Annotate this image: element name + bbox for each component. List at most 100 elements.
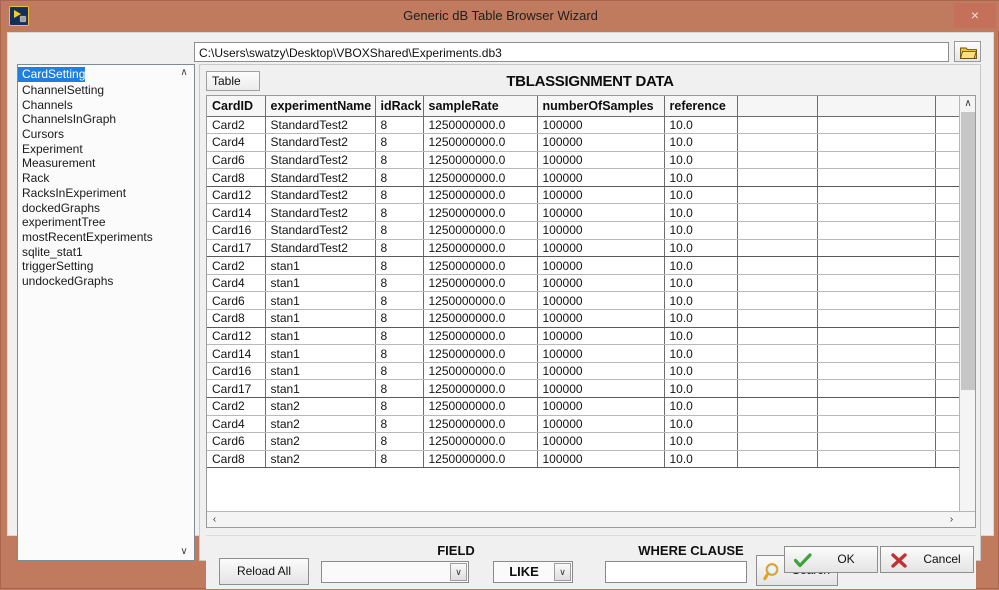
table-cell[interactable]: 100000 <box>537 221 665 240</box>
table-cell[interactable]: 1250000000.0 <box>423 291 538 311</box>
table-cell[interactable]: StandardTest2 <box>265 168 376 187</box>
table-cell[interactable]: 1250000000.0 <box>423 309 538 328</box>
table-row[interactable]: Card6 StandardTest2 8 1250000000.0 100000 10.… <box>207 151 975 170</box>
table-cell[interactable]: 100000 <box>537 291 665 311</box>
grid-scroll-left-icon[interactable]: ‹ <box>207 512 222 527</box>
table-cell[interactable]: Card4 <box>207 415 266 434</box>
table-cell[interactable] <box>817 274 936 293</box>
table-cell[interactable] <box>817 379 936 398</box>
sidebar-item-mostrecentexperiments[interactable]: mostRecentExperiments <box>18 230 194 245</box>
table-cell[interactable]: 8 <box>375 116 424 135</box>
table-cell[interactable]: 10.0 <box>664 432 738 451</box>
table-cell[interactable] <box>817 362 936 381</box>
table-cell[interactable]: Card16 <box>207 221 266 240</box>
sidebar-item-triggersetting[interactable]: triggerSetting <box>18 259 194 274</box>
table-cell[interactable] <box>737 291 818 311</box>
folder-open-icon[interactable] <box>954 41 981 62</box>
table-cell[interactable]: 1250000000.0 <box>423 133 538 152</box>
table-cell[interactable]: Card17 <box>207 379 266 398</box>
table-cell[interactable]: 100000 <box>537 151 665 170</box>
table-cell[interactable]: Card12 <box>207 327 266 346</box>
table-row[interactable]: Card4 stan1 8 1250000000.0 100000 10.0 <box>207 274 975 293</box>
table-row[interactable]: Card17 StandardTest2 8 1250000000.0 100000 10… <box>207 239 975 258</box>
table-cell[interactable]: 8 <box>375 309 424 328</box>
table-cell[interactable]: StandardTest2 <box>265 116 376 135</box>
table-cell[interactable]: 10.0 <box>664 168 738 187</box>
table-cell[interactable] <box>737 327 818 346</box>
ok-button[interactable]: OK <box>784 546 878 573</box>
table-cell[interactable] <box>817 291 936 311</box>
table-cell[interactable]: stan2 <box>265 432 376 451</box>
table-row[interactable]: Card14 stan1 8 1250000000.0 100000 10.0 <box>207 344 975 363</box>
table-cell[interactable]: 100000 <box>537 450 665 469</box>
sidebar-item-cardsetting[interactable]: CardSetting <box>18 67 86 82</box>
table-cell[interactable]: 100000 <box>537 133 665 152</box>
table-cell[interactable]: Card6 <box>207 151 266 170</box>
table-cell[interactable] <box>817 415 936 434</box>
table-cell[interactable]: 10.0 <box>664 151 738 170</box>
table-cell[interactable] <box>817 133 936 152</box>
table-cell[interactable]: 8 <box>375 415 424 434</box>
table-cell[interactable] <box>817 116 936 135</box>
column-header-CardID[interactable]: CardID <box>207 96 266 117</box>
table-cell[interactable]: stan1 <box>265 256 376 275</box>
table-cell[interactable]: Card16 <box>207 362 266 381</box>
table-cell[interactable]: 100000 <box>537 362 665 381</box>
table-cell[interactable]: stan1 <box>265 379 376 398</box>
sidebar-scroll-up-icon[interactable]: ∧ <box>178 67 190 79</box>
table-cell[interactable] <box>737 274 818 293</box>
table-cell[interactable]: 1250000000.0 <box>423 450 538 469</box>
table-cell[interactable]: 100000 <box>537 432 665 451</box>
table-cell[interactable]: 8 <box>375 432 424 451</box>
table-cell[interactable] <box>737 344 818 363</box>
sidebar-item-cursors[interactable]: Cursors <box>18 127 194 142</box>
table-row[interactable]: Card4 StandardTest2 8 1250000000.0 100000 10.… <box>207 133 975 152</box>
table-cell[interactable]: 10.0 <box>664 415 738 434</box>
sidebar-item-channelsetting[interactable]: ChannelSetting <box>18 83 194 98</box>
table-cell[interactable]: 8 <box>375 203 424 223</box>
close-button[interactable]: × <box>954 3 996 28</box>
table-cell[interactable] <box>817 186 936 205</box>
table-cell[interactable]: Card2 <box>207 116 266 135</box>
table-cell[interactable]: 10.0 <box>664 274 738 293</box>
table-row[interactable]: Card8 StandardTest2 8 1250000000.0 100000 10.… <box>207 168 975 187</box>
grid-scroll-right-icon[interactable]: › <box>944 512 959 527</box>
sidebar-item-experiment[interactable]: Experiment <box>18 142 194 157</box>
tab-table[interactable]: Table <box>206 71 260 91</box>
table-cell[interactable]: 8 <box>375 450 424 469</box>
table-row[interactable]: Card14 StandardTest2 8 1250000000.0 100000 10… <box>207 203 975 223</box>
table-cell[interactable]: 100000 <box>537 415 665 434</box>
table-cell[interactable]: 100000 <box>537 168 665 187</box>
table-cell[interactable]: 8 <box>375 362 424 381</box>
table-cell[interactable]: 8 <box>375 151 424 170</box>
column-header-blank-6[interactable] <box>737 96 818 117</box>
table-cell[interactable]: 10.0 <box>664 256 738 275</box>
table-row[interactable]: Card17 stan1 8 1250000000.0 100000 10.0 <box>207 379 975 398</box>
table-cell[interactable]: Card8 <box>207 168 266 187</box>
table-row[interactable]: Card6 stan1 8 1250000000.0 100000 10.0 <box>207 291 975 311</box>
table-cell[interactable]: 1250000000.0 <box>423 415 538 434</box>
table-cell[interactable]: Card2 <box>207 397 266 416</box>
table-cell[interactable] <box>817 168 936 187</box>
table-cell[interactable]: 8 <box>375 397 424 416</box>
table-cell[interactable] <box>737 221 818 240</box>
sidebar-item-dockedgraphs[interactable]: dockedGraphs <box>18 201 194 216</box>
table-cell[interactable] <box>817 256 936 275</box>
table-cell[interactable]: 10.0 <box>664 239 738 258</box>
table-cell[interactable]: 1250000000.0 <box>423 432 538 451</box>
table-cell[interactable] <box>737 116 818 135</box>
sidebar-item-sqlite_stat1[interactable]: sqlite_stat1 <box>18 245 194 260</box>
table-cell[interactable]: 10.0 <box>664 309 738 328</box>
table-cell[interactable] <box>737 432 818 451</box>
column-header-sampleRate[interactable]: sampleRate <box>423 96 538 117</box>
table-row[interactable]: Card2 StandardTest2 8 1250000000.0 100000 10.… <box>207 116 975 135</box>
table-cell[interactable] <box>737 415 818 434</box>
table-cell[interactable]: 8 <box>375 327 424 346</box>
sidebar-item-channels[interactable]: Channels <box>18 98 194 113</box>
table-cell[interactable]: 1250000000.0 <box>423 274 538 293</box>
table-cell[interactable]: StandardTest2 <box>265 203 376 223</box>
table-cell[interactable]: Card2 <box>207 256 266 275</box>
data-grid[interactable]: CardID experimentName idRack sampleRate numb… <box>206 95 976 528</box>
table-cell[interactable] <box>737 256 818 275</box>
table-row[interactable]: Card6 stan2 8 1250000000.0 100000 10.0 <box>207 432 975 451</box>
